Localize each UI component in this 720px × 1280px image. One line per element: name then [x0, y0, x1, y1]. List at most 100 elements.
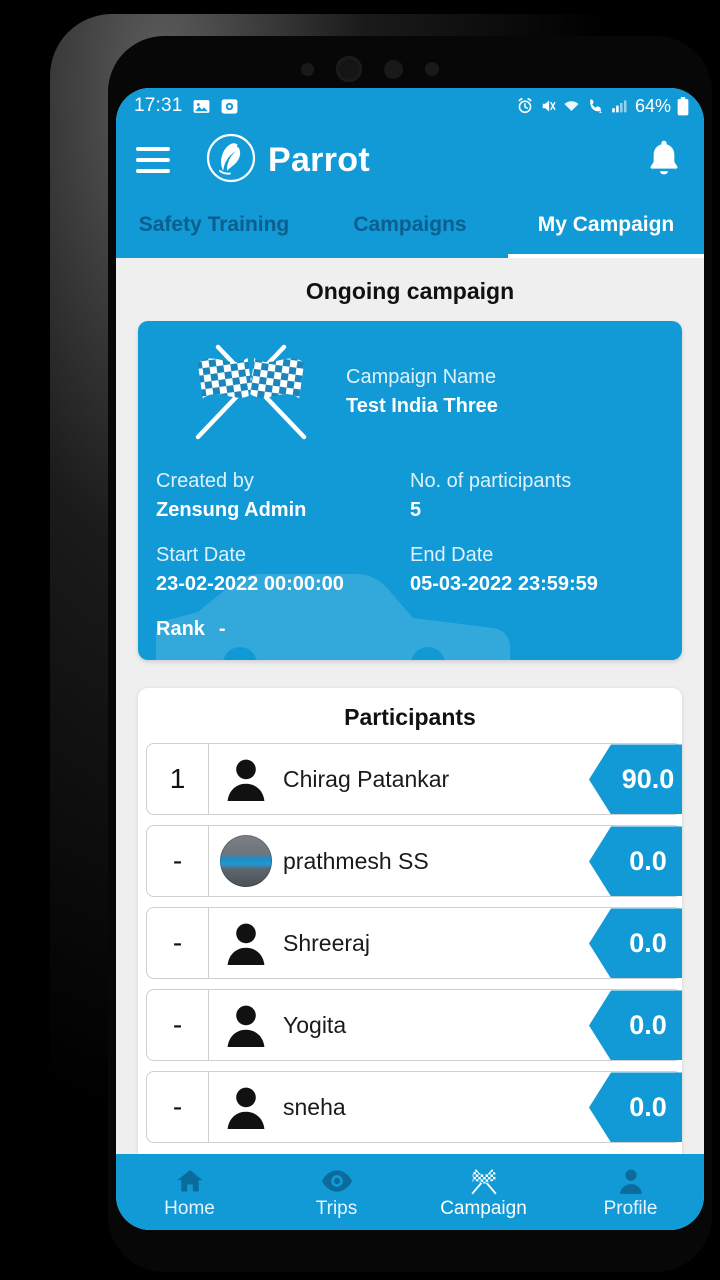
avatar: [209, 990, 283, 1060]
row-rank: -: [147, 1072, 209, 1143]
tab-safety-training[interactable]: Safety Training: [116, 196, 312, 258]
campaign-name-block: Campaign Name Test India Three: [346, 363, 664, 421]
nav-label: Campaign: [440, 1197, 527, 1219]
phone-screen: 17:31 1 64% Parrot Safety Training Campa…: [116, 88, 704, 1230]
rank-block: Rank -: [156, 615, 664, 644]
participants-count-label: No. of participants: [410, 470, 572, 492]
table-row[interactable]: 1 Chirag Patankar 90.0: [146, 743, 682, 816]
avatar: [209, 1072, 283, 1142]
brand-logo: Parrot: [204, 131, 370, 190]
nav-item-profile[interactable]: Profile: [557, 1165, 704, 1220]
row-score: 0.0: [589, 990, 682, 1061]
avatar: [209, 908, 283, 978]
nav-item-campaign[interactable]: Campaign: [410, 1165, 557, 1220]
campaign-name-value: Test India Three: [346, 395, 498, 417]
participants-list[interactable]: 1 Chirag Patankar 90.0 - prathmesh SS 0.…: [138, 743, 682, 1154]
row-name: sneha: [283, 1093, 346, 1120]
page-title: Ongoing campaign: [305, 278, 515, 304]
status-time: 17:31: [134, 95, 183, 116]
row-name: Shreeraj: [283, 929, 370, 956]
table-row[interactable]: - Shreeraj 0.0: [146, 907, 682, 980]
person-silhouette-icon: [227, 924, 265, 966]
table-row[interactable]: - Yogita 0.0: [146, 989, 682, 1062]
end-date-block: End Date 05-03-2022 23:59:59: [410, 541, 664, 599]
home-icon: [175, 1165, 205, 1195]
row-rank: -: [147, 908, 209, 979]
campaign-card-header: Campaign Name Test India Three: [156, 337, 664, 447]
parrot-logo-icon: [204, 131, 258, 190]
signal-bars-icon: [610, 97, 628, 115]
participants-count-block: No. of participants 5: [410, 467, 664, 525]
person-silhouette-icon: [227, 760, 265, 802]
nav-item-trips[interactable]: Trips: [263, 1165, 410, 1220]
row-name: prathmesh SS: [283, 847, 429, 874]
sensor-cluster: [170, 56, 570, 82]
wifi-icon: [562, 97, 581, 115]
avatar: [209, 826, 283, 896]
tab-campaigns[interactable]: Campaigns: [312, 196, 508, 258]
tab-label: Campaigns: [353, 213, 467, 236]
row-rank: -: [147, 826, 209, 897]
ongoing-campaign-card[interactable]: Campaign Name Test India Three Created b…: [138, 321, 682, 661]
campaign-name-label: Campaign Name: [346, 366, 497, 388]
image-icon: [192, 97, 211, 116]
hamburger-menu-icon[interactable]: [136, 145, 176, 175]
nav-item-home[interactable]: Home: [116, 1165, 263, 1220]
campaign-card-details: Created by Zensung Admin No. of particip…: [156, 467, 664, 599]
person-silhouette-icon: [227, 1006, 265, 1048]
bottom-navigation: Home Trips Campaign Profile: [116, 1154, 704, 1230]
nav-label: Profile: [603, 1197, 658, 1219]
app-bar: Parrot: [116, 124, 704, 196]
battery-percent-label: 64%: [634, 95, 671, 116]
row-score: 0.0: [589, 908, 682, 979]
alarm-icon: [516, 97, 534, 115]
status-bar-right: 1 64%: [516, 96, 690, 117]
start-date-label: Start Date: [156, 544, 247, 566]
iris-sensor-dot: [384, 59, 403, 79]
start-date-block: Start Date 23-02-2022 00:00:00: [156, 541, 410, 599]
checkered-flags-icon: [466, 1165, 502, 1195]
camera-app-icon: [220, 97, 239, 116]
row-name: Yogita: [283, 1011, 347, 1038]
light-sensor-dot: [425, 62, 439, 76]
rank-value: -: [218, 618, 226, 640]
person-icon: [616, 1165, 646, 1195]
phone-frame: 17:31 1 64% Parrot Safety Training Campa…: [50, 14, 712, 1272]
tab-my-campaign[interactable]: My Campaign: [508, 196, 704, 258]
wifi-calling-icon: 1: [586, 97, 605, 115]
row-rank: 1: [147, 744, 209, 815]
hamburger-line: [136, 158, 170, 162]
status-bar-left: 17:31: [134, 95, 239, 117]
participants-card: Participants 1 Chirag Patankar 90.0 - pr…: [138, 688, 682, 1154]
vibrate-mute-icon: [539, 97, 557, 115]
status-bar: 17:31 1 64%: [116, 88, 704, 124]
created-by-value: Zensung Admin: [156, 499, 307, 521]
row-score: 90.0: [589, 744, 682, 815]
tab-label: Safety Training: [138, 213, 290, 236]
table-row[interactable]: - prathmesh SS 0.0: [146, 825, 682, 898]
start-date-value: 23-02-2022 00:00:00: [156, 573, 344, 595]
bell-icon[interactable]: [644, 137, 684, 184]
brand-name: Parrot: [268, 140, 370, 179]
participants-title: Participants: [344, 704, 476, 731]
row-rank: -: [147, 990, 209, 1061]
hamburger-line: [136, 169, 170, 173]
row-name: Chirag Patankar: [283, 765, 450, 792]
battery-icon: [676, 96, 690, 116]
checkered-flags-icon: [156, 337, 346, 447]
avatar: [209, 744, 283, 814]
nav-label: Trips: [315, 1197, 358, 1219]
tab-label: My Campaign: [537, 213, 675, 236]
person-silhouette-icon: [227, 1088, 265, 1130]
main-content: Ongoing campaign Campaign Name Test Indi…: [116, 258, 704, 1154]
table-row[interactable]: - sneha 0.0: [146, 1071, 682, 1144]
rank-label: Rank: [156, 618, 205, 640]
svg-text:1: 1: [598, 108, 602, 115]
created-by-label: Created by: [156, 470, 254, 492]
created-by-block: Created by Zensung Admin: [156, 467, 410, 525]
end-date-label: End Date: [410, 544, 494, 566]
hamburger-line: [136, 147, 170, 151]
eye-icon: [321, 1165, 353, 1195]
front-camera-lens: [336, 56, 362, 82]
proximity-sensor-dot: [301, 62, 314, 76]
